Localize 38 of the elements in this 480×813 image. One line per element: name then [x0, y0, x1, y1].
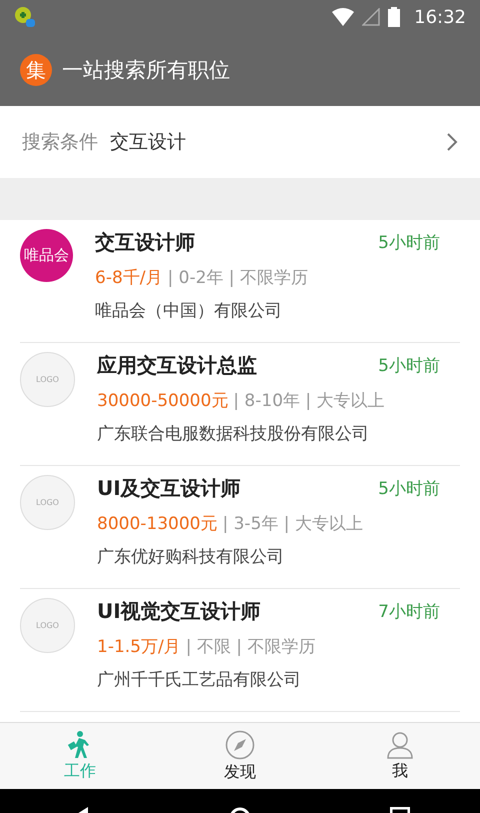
job-title[interactable]: UI及交互设计师: [97, 475, 241, 502]
job-title[interactable]: 应用交互设计总监: [97, 352, 257, 379]
salary: 6-8千/月: [95, 267, 162, 289]
company-name: 广东联合电服数据科技股份有限公司: [97, 423, 370, 445]
company-logo: LOGO: [20, 352, 75, 407]
search-value[interactable]: 交互设计: [110, 129, 434, 155]
job-title[interactable]: 交互设计师: [95, 229, 195, 256]
posted-time: 7小时前: [378, 601, 440, 623]
signal-icon: [362, 8, 380, 26]
salary: 30000-50000元: [97, 390, 228, 412]
nav-tab[interactable]: 发现: [160, 723, 320, 789]
company-name: 唯品会（中国）有限公司: [95, 300, 283, 322]
job-requirements: | 不限 | 不限学历: [186, 636, 316, 658]
search-label: 搜索条件: [22, 130, 98, 155]
company-name: 广州千千氏工艺品有限公司: [97, 669, 302, 691]
person-icon: [386, 730, 414, 758]
company-logo: LOGO: [20, 475, 75, 530]
posted-time: 5小时前: [378, 232, 440, 254]
salary: 1-1.5万/月: [97, 636, 181, 658]
compass-icon: [225, 730, 255, 760]
nav-tab[interactable]: 我: [320, 723, 480, 789]
job-requirements: | 3-5年 | 大专以上: [222, 513, 363, 535]
company-logo: 唯品会: [20, 229, 73, 282]
company-name: 广东优好购科技有限公司: [97, 546, 285, 568]
company-logo: LOGO: [20, 598, 75, 653]
chevron-right-icon[interactable]: [446, 132, 458, 152]
wifi-icon: [332, 8, 354, 26]
job-requirements: | 8-10年 | 大专以上: [233, 390, 385, 412]
salary: 8000-13000元: [97, 513, 218, 535]
app-notification-icon: [14, 6, 36, 28]
posted-time: 5小时前: [378, 478, 440, 500]
battery-icon: [388, 7, 400, 27]
job-title[interactable]: UI视觉交互设计师: [97, 598, 261, 625]
status-time: 16:32: [414, 6, 466, 28]
app-title: 一站搜索所有职位: [62, 57, 230, 84]
posted-time: 5小时前: [378, 355, 440, 377]
app-logo: 集: [20, 54, 52, 86]
job-requirements: | 0-2年 | 不限学历: [168, 267, 308, 289]
